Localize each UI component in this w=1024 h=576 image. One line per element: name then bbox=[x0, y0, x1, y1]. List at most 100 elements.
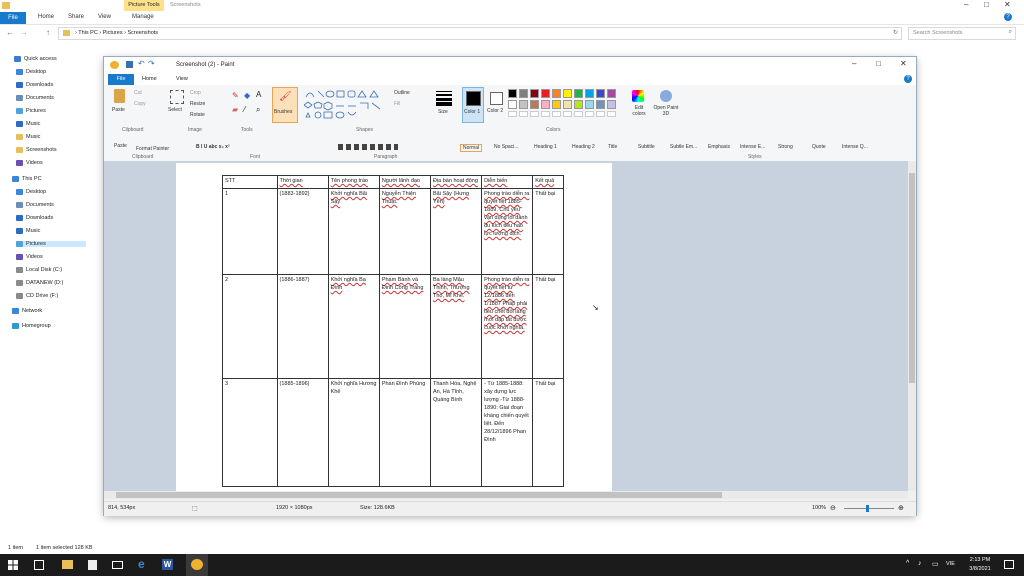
paint-view-tab[interactable]: View bbox=[176, 76, 188, 82]
color-swatch[interactable] bbox=[552, 100, 561, 109]
color-swatch[interactable] bbox=[508, 89, 517, 98]
magnifier-icon[interactable]: ⌕ bbox=[256, 105, 260, 115]
custom-color-swatch[interactable] bbox=[574, 111, 583, 117]
sidebar-item[interactable]: Desktop bbox=[16, 69, 46, 75]
sidebar-item[interactable]: Videos bbox=[16, 254, 43, 260]
zoom-slider[interactable] bbox=[844, 505, 894, 512]
eraser-icon[interactable]: ▰ bbox=[232, 105, 238, 114]
color-swatch[interactable] bbox=[596, 89, 605, 98]
canvas-area[interactable]: STT Thời gian Tên phong trào Người lãnh đạo… bbox=[104, 161, 908, 491]
crop-button[interactable]: Crop bbox=[190, 90, 201, 96]
paint-close-icon[interactable]: ✕ bbox=[900, 59, 907, 68]
select-button[interactable]: Select bbox=[168, 107, 182, 113]
maximize-icon[interactable]: □ bbox=[984, 0, 989, 9]
custom-color-swatch[interactable] bbox=[541, 111, 550, 117]
edit-colors-button[interactable]: Edit colors bbox=[628, 87, 648, 121]
paint-maximize-icon[interactable]: □ bbox=[876, 59, 881, 68]
shapes-gallery[interactable] bbox=[304, 89, 388, 119]
fill-icon[interactable]: ◆ bbox=[244, 91, 250, 100]
color-swatch[interactable] bbox=[530, 89, 539, 98]
color-swatch[interactable] bbox=[585, 89, 594, 98]
color-swatch[interactable] bbox=[607, 100, 616, 109]
breadcrumb[interactable]: › This PC › Pictures › Screenshots bbox=[75, 30, 158, 36]
sidebar-item[interactable]: Music bbox=[16, 121, 40, 127]
sidebar-item[interactable]: Documents bbox=[16, 95, 54, 101]
open-paint3d-button[interactable]: Open Paint 3D bbox=[652, 87, 680, 121]
color-swatch[interactable] bbox=[563, 89, 572, 98]
tray-chevron-icon[interactable]: ^ bbox=[906, 560, 909, 567]
color-swatch[interactable] bbox=[530, 100, 539, 109]
mail-icon[interactable] bbox=[112, 561, 123, 569]
color-swatch[interactable] bbox=[563, 100, 572, 109]
edge-icon[interactable]: e bbox=[138, 557, 145, 571]
horizontal-scroll-thumb[interactable] bbox=[116, 492, 722, 498]
color-palette[interactable] bbox=[508, 89, 628, 119]
undo-icon[interactable]: ↶ bbox=[138, 59, 145, 68]
color-swatch[interactable] bbox=[607, 89, 616, 98]
sidebar-item[interactable]: Desktop bbox=[16, 189, 46, 195]
clock-time[interactable]: 2:13 PM bbox=[962, 557, 998, 563]
explorer-file-tab[interactable]: File bbox=[0, 12, 26, 24]
cut-button[interactable]: Cut bbox=[134, 90, 142, 96]
color-swatch[interactable] bbox=[541, 89, 550, 98]
custom-color-swatch[interactable] bbox=[552, 111, 561, 117]
custom-color-swatch[interactable] bbox=[596, 111, 605, 117]
search-box[interactable]: Search Screenshots ⌕ bbox=[908, 27, 1016, 40]
clock-date[interactable]: 3/8/2021 bbox=[962, 566, 998, 572]
sidebar-item[interactable]: Screenshots bbox=[16, 147, 57, 153]
zoom-out-icon[interactable]: ⊖ bbox=[830, 504, 836, 512]
custom-color-swatch[interactable] bbox=[519, 111, 528, 117]
custom-color-swatch[interactable] bbox=[585, 111, 594, 117]
explorer-share-tab[interactable]: Share bbox=[68, 14, 84, 20]
sidebar-item[interactable]: Local Disk (C:) bbox=[16, 267, 62, 273]
zoom-in-icon[interactable]: ⊕ bbox=[898, 504, 904, 512]
color2-button[interactable]: Color 2 bbox=[486, 87, 506, 121]
sidebar-item[interactable]: Quick access bbox=[14, 56, 57, 62]
sidebar-item[interactable]: Network bbox=[12, 308, 42, 314]
redo-icon[interactable]: ↷ bbox=[148, 59, 155, 68]
size-icon[interactable] bbox=[436, 89, 452, 106]
task-view-icon[interactable] bbox=[34, 560, 44, 570]
close-icon[interactable]: ✕ bbox=[1004, 0, 1011, 9]
size-button[interactable]: Size bbox=[438, 109, 448, 115]
save-icon[interactable] bbox=[126, 61, 133, 68]
color-swatch[interactable] bbox=[574, 100, 583, 109]
explorer-manage-tab[interactable]: Manage bbox=[132, 14, 154, 20]
explorer-view-tab[interactable]: View bbox=[98, 14, 111, 20]
start-icon[interactable] bbox=[8, 560, 18, 570]
picture-tools-tab[interactable]: Picture Tools bbox=[124, 0, 164, 11]
paint-home-tab[interactable]: Home bbox=[142, 76, 157, 82]
file-explorer-icon[interactable] bbox=[62, 560, 73, 569]
custom-color-swatch[interactable] bbox=[530, 111, 539, 117]
sidebar-item[interactable]: CD Drive (F:) bbox=[16, 293, 58, 299]
custom-color-swatch[interactable] bbox=[607, 111, 616, 117]
sidebar-item[interactable]: Downloads bbox=[16, 82, 53, 88]
minimize-icon[interactable]: – bbox=[964, 0, 968, 9]
refresh-icon[interactable]: ↻ bbox=[893, 29, 898, 36]
language-indicator[interactable]: VIE bbox=[946, 561, 955, 567]
forward-icon[interactable]: → bbox=[20, 28, 28, 37]
color1-button[interactable]: Color 1 bbox=[462, 87, 484, 123]
paint-minimize-icon[interactable]: – bbox=[852, 59, 856, 68]
sidebar-item[interactable]: Music bbox=[16, 228, 40, 234]
back-icon[interactable]: ← bbox=[6, 28, 14, 37]
sidebar-item[interactable]: Pictures bbox=[16, 241, 86, 247]
zoom-slider-thumb[interactable] bbox=[866, 505, 869, 512]
color-swatch[interactable] bbox=[585, 100, 594, 109]
paste-button[interactable]: Paste bbox=[112, 107, 125, 113]
text-tool-icon[interactable]: A bbox=[256, 90, 261, 99]
color-swatch[interactable] bbox=[574, 89, 583, 98]
horizontal-scrollbar[interactable] bbox=[104, 491, 908, 499]
store-icon[interactable] bbox=[88, 560, 97, 570]
resize-button[interactable]: Resize bbox=[190, 101, 205, 107]
custom-color-swatch[interactable] bbox=[508, 111, 517, 117]
notifications-icon[interactable] bbox=[1004, 560, 1014, 569]
fill-dropdown[interactable]: Fill bbox=[394, 101, 400, 107]
paint-taskbar-button[interactable] bbox=[186, 554, 208, 576]
color-swatch[interactable] bbox=[519, 89, 528, 98]
rotate-button[interactable]: Rotate bbox=[190, 112, 205, 118]
sidebar-item[interactable]: Videos bbox=[16, 160, 43, 166]
paint-help-icon[interactable]: ? bbox=[904, 75, 912, 83]
network-icon[interactable]: ▭ bbox=[932, 560, 939, 568]
color-swatch[interactable] bbox=[552, 89, 561, 98]
